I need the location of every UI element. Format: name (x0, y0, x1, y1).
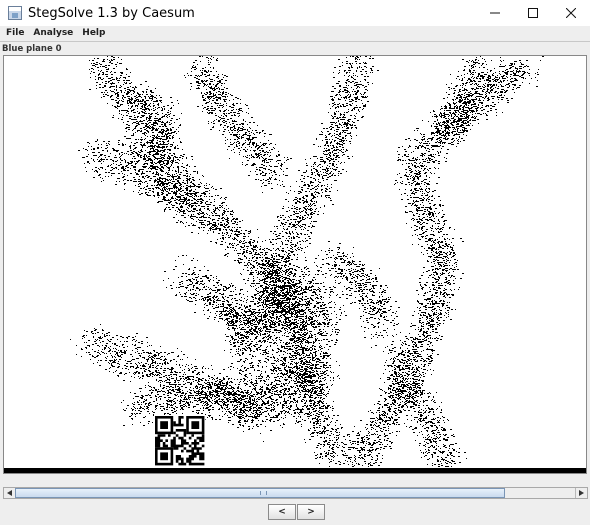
stegsolve-window: StegSolve 1.3 by Caesum File Analyse Hel… (0, 0, 590, 525)
menu-separator (0, 41, 590, 42)
chevron-left-icon (7, 490, 12, 496)
window-controls (476, 0, 590, 26)
menu-file[interactable]: File (0, 26, 28, 41)
maximize-button[interactable] (514, 0, 552, 26)
bit-plane-image (70, 56, 544, 467)
menu-help[interactable]: Help (77, 26, 109, 41)
minimize-icon (490, 12, 500, 14)
app-icon (8, 6, 22, 20)
scroll-grip (260, 491, 267, 495)
menu-bar: File Analyse Help (0, 26, 590, 41)
next-plane-button[interactable]: > (297, 504, 325, 520)
close-button[interactable] (552, 0, 590, 26)
scroll-right-arrow[interactable] (575, 488, 587, 498)
chevron-right-icon (579, 490, 584, 496)
image-viewport[interactable] (3, 55, 587, 474)
previous-plane-button[interactable]: < (268, 504, 296, 520)
plane-label: Blue plane 0 (2, 44, 62, 54)
close-icon (566, 8, 576, 18)
title-bar[interactable]: StegSolve 1.3 by Caesum (0, 0, 590, 26)
horizontal-scrollbar[interactable] (3, 487, 588, 499)
menu-analyse[interactable]: Analyse (28, 26, 77, 41)
maximize-icon (528, 8, 538, 18)
qr-code-image (154, 415, 206, 467)
minimize-button[interactable] (476, 0, 514, 26)
window-title: StegSolve 1.3 by Caesum (28, 5, 195, 21)
image-bottom-edge (4, 468, 586, 473)
scroll-thumb[interactable] (15, 488, 505, 498)
noise-pattern (70, 56, 544, 467)
